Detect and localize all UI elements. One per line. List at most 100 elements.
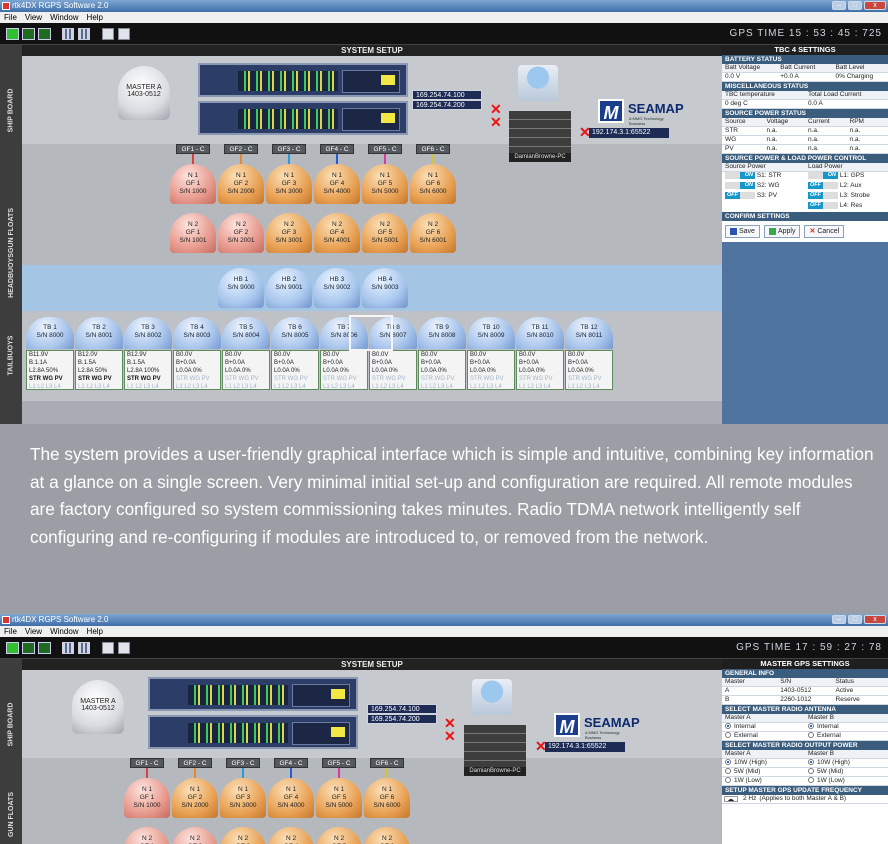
frequency-stepper[interactable]: ◂▸ [724, 796, 738, 802]
antenna-b-external[interactable]: External [805, 732, 888, 740]
power-b-low[interactable]: 1W (Low) [805, 777, 888, 785]
grid-view-icon[interactable] [62, 28, 74, 40]
power-b-high[interactable]: 10W (High) [805, 759, 888, 767]
connect-icon[interactable] [6, 28, 19, 40]
tailbuoy[interactable]: TB 6 S/N 8005 [271, 317, 319, 349]
gf-link-label[interactable]: GF2 - C [178, 758, 212, 768]
apply-button[interactable]: Apply [763, 225, 801, 238]
tailbuoy[interactable]: TB 4 S/N 8003 [173, 317, 221, 349]
menu-help[interactable]: Help [87, 13, 103, 22]
gun-float-n2[interactable]: N 2GF 3S/N 3001 [266, 213, 312, 253]
gun-float-n2[interactable]: N 2GF 1S/N 1001 [170, 213, 216, 253]
gun-float-n2[interactable]: N 2GF 6S/N 6001 [410, 213, 456, 253]
close-button[interactable]: x [864, 615, 886, 624]
gun-float-n1[interactable]: N 1 GF 5 S/N 5000 [316, 778, 362, 818]
gun-float-n1[interactable]: N 1 GF 2 S/N 2000 [218, 164, 264, 204]
gf-link-label[interactable]: GF3 - C [226, 758, 260, 768]
minimize-button[interactable]: – [832, 615, 846, 624]
source-toggle[interactable]: ON S2: WG [722, 182, 805, 192]
load-toggle[interactable]: OFF L3: Strobe [805, 192, 888, 202]
tailbuoy[interactable]: TB 2 S/N 8001 [75, 317, 123, 349]
headbuoy[interactable]: HB 4 S/N 9003 [362, 268, 408, 308]
tailbuoy[interactable]: TB 1 S/N 8000 [26, 317, 74, 349]
gun-float-n1[interactable]: N 1 GF 3 S/N 3000 [266, 164, 312, 204]
power-a-low[interactable]: 1W (Low) [722, 777, 805, 785]
table-view-icon[interactable] [78, 28, 90, 40]
report-icon[interactable] [102, 642, 114, 654]
master-a-dome[interactable]: MASTER A 1403-0512 [118, 66, 170, 120]
gun-float-n1[interactable]: N 1 GF 4 S/N 4000 [314, 164, 360, 204]
table-view-icon[interactable] [78, 642, 90, 654]
master-serial: 2260-1012 [780, 696, 812, 703]
maximize-button[interactable]: □ [848, 1, 862, 10]
power-b-mid[interactable]: 5W (Mid) [805, 768, 888, 776]
log-icon[interactable] [118, 642, 130, 654]
tailbuoy[interactable]: TB 9 S/N 8008 [418, 317, 466, 349]
gf-link-label[interactable]: GF4 - C [320, 144, 354, 154]
disconnect-icon[interactable] [38, 642, 51, 654]
gun-float-n1[interactable]: N 1 GF 2 S/N 2000 [172, 778, 218, 818]
power-a-mid[interactable]: 5W (Mid) [722, 768, 805, 776]
antenna-a-external[interactable]: External [722, 732, 805, 740]
report-icon[interactable] [102, 28, 114, 40]
source-toggle[interactable]: ON S1: STR [722, 172, 805, 182]
tailbuoy[interactable]: TB 10 S/N 8009 [467, 317, 515, 349]
save-button[interactable]: Save [725, 225, 760, 238]
log-icon[interactable] [118, 28, 130, 40]
gf-link-label[interactable]: GF4 - C [274, 758, 308, 768]
disconnect-icon[interactable] [38, 28, 51, 40]
antenna-b-internal[interactable]: Internal [805, 723, 888, 731]
tailbuoy[interactable]: TB 11 S/N 8010 [516, 317, 564, 349]
antenna-a-internal[interactable]: Internal [722, 723, 805, 731]
layout-icon[interactable] [22, 28, 35, 40]
tailbuoy[interactable]: TB 5 S/N 8004 [222, 317, 270, 349]
layout-icon[interactable] [22, 642, 35, 654]
headbuoy[interactable]: HB 3 S/N 9002 [314, 268, 360, 308]
grid-view-icon[interactable] [62, 642, 74, 654]
load-toggle[interactable]: OFF L4: Res [805, 202, 888, 212]
cancel-button[interactable]: ✕ Cancel [804, 225, 845, 238]
gf-link-label[interactable]: GF1 - C [176, 144, 210, 154]
gun-float-n2[interactable]: N 2GF 4S/N 4001 [314, 213, 360, 253]
power-a-high[interactable]: 10W (High) [722, 759, 805, 767]
gf-link-label[interactable]: GF5 - C [368, 144, 402, 154]
gf-link-label[interactable]: GF3 - C [272, 144, 306, 154]
tailbuoy[interactable]: TB 3 S/N 8002 [124, 317, 172, 349]
close-button[interactable]: x [864, 1, 886, 10]
gun-float-n1[interactable]: N 1 GF 5 S/N 5000 [362, 164, 408, 204]
tailbuoy[interactable]: TB 12 S/N 8011 [565, 317, 613, 349]
source-toggle[interactable]: OFF S3: PV [722, 192, 805, 202]
menu-view[interactable]: View [25, 13, 42, 22]
headbuoy[interactable]: HB 2 S/N 9001 [266, 268, 312, 308]
gun-float-n1[interactable]: N 1 GF 1 S/N 1000 [170, 164, 216, 204]
headbuoy[interactable]: HB 1 S/N 9000 [218, 268, 264, 308]
master-radio-unit-2[interactable] [198, 101, 408, 135]
gun-float-n2[interactable]: N 2GF 5S/N 5001 [362, 213, 408, 253]
maximize-button[interactable]: □ [848, 615, 862, 624]
connect-icon[interactable] [6, 642, 19, 654]
gf-link-label[interactable]: GF2 - C [224, 144, 258, 154]
master-radio-unit[interactable] [198, 63, 408, 97]
gf-link-label[interactable]: GF1 - C [130, 758, 164, 768]
master-a-dome[interactable]: MASTER A 1403-0512 [72, 680, 124, 734]
menu-view[interactable]: View [25, 627, 42, 636]
gun-float-n1[interactable]: N 1 GF 1 S/N 1000 [124, 778, 170, 818]
gun-float-n2[interactable]: N 2GF 2S/N 2001 [218, 213, 264, 253]
gf-link-label[interactable]: GF6 - C [370, 758, 404, 768]
gf-link-label[interactable]: GF6 - C [416, 144, 450, 154]
load-toggle[interactable]: ON L1: GPS [805, 172, 888, 182]
menu-window[interactable]: Window [50, 13, 78, 22]
gun-float-n1[interactable]: N 1 GF 4 S/N 4000 [268, 778, 314, 818]
gun-float-n1[interactable]: N 1 GF 6 S/N 6000 [410, 164, 456, 204]
load-toggle[interactable]: OFF L2: Aux [805, 182, 888, 192]
gun-float-n1[interactable]: N 1 GF 6 S/N 6000 [364, 778, 410, 818]
minimize-button[interactable]: – [832, 1, 846, 10]
menu-help[interactable]: Help [87, 627, 103, 636]
menu-file[interactable]: File [4, 627, 17, 636]
master-radio-unit-2[interactable] [148, 715, 358, 749]
menu-file[interactable]: File [4, 13, 17, 22]
gun-float-n1[interactable]: N 1 GF 3 S/N 3000 [220, 778, 266, 818]
master-radio-unit[interactable] [148, 677, 358, 711]
menu-window[interactable]: Window [50, 627, 78, 636]
gf-link-label[interactable]: GF5 - C [322, 758, 356, 768]
